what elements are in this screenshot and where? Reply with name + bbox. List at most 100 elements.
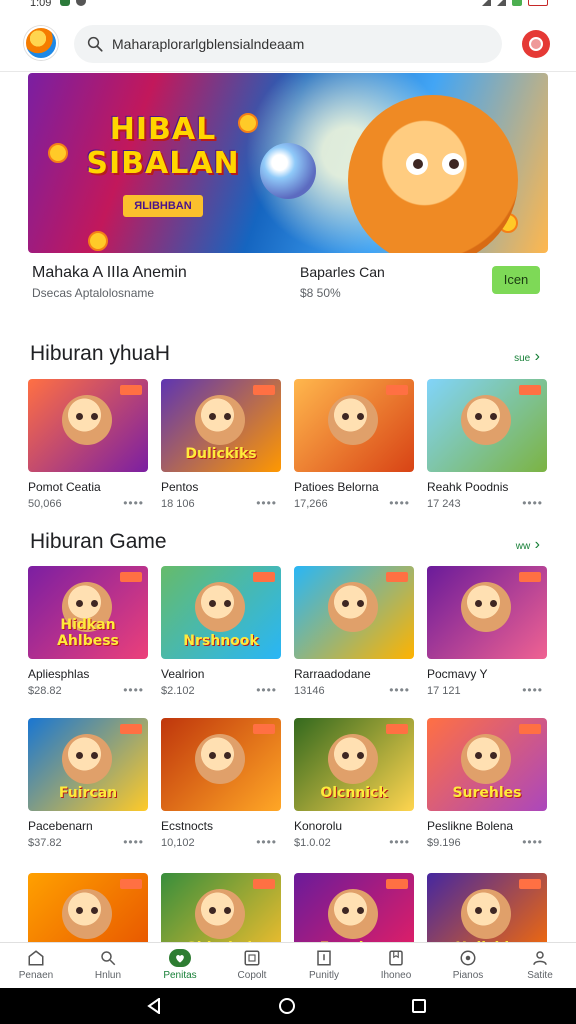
- more-options-icon[interactable]: ••••: [256, 496, 277, 510]
- app-card[interactable]: Patioes Belorna 17,266 ••••: [294, 379, 414, 510]
- nav-item-person[interactable]: Satite: [504, 943, 576, 988]
- app-thumbnail[interactable]: Dulickiks: [161, 379, 281, 472]
- app-thumbnail[interactable]: Hidkan Ahlbess: [28, 566, 148, 659]
- more-options-icon[interactable]: ••••: [256, 683, 277, 697]
- app-thumbnail[interactable]: Nrshnook: [161, 566, 281, 659]
- game-logo-text: Nrshnook: [183, 633, 259, 649]
- signal-icon: [497, 0, 506, 6]
- rating-badge: [519, 385, 541, 395]
- app-meta: $28.82 ••••: [28, 683, 148, 697]
- app-card[interactable]: Fuircan Pacebenarn $37.82 ••••: [28, 718, 148, 849]
- more-options-icon[interactable]: ••••: [522, 496, 543, 510]
- app-logo[interactable]: [24, 26, 58, 60]
- search-icon: [87, 36, 103, 52]
- nav-item-disc[interactable]: Pianos: [432, 943, 504, 988]
- section-title: Hiburan Game: [30, 530, 167, 553]
- orb-icon: [260, 143, 316, 199]
- rating-badge: [120, 572, 142, 582]
- rating-badge: [519, 879, 541, 889]
- nav-item-book[interactable]: Punitly: [288, 943, 360, 988]
- app-card[interactable]: Olcnnick Konorolu $1.0.02 ••••: [294, 718, 414, 849]
- app-card[interactable]: Nrshnook Vealrion $2.102 ••••: [161, 566, 281, 697]
- app-card[interactable]: Pomot Ceatia 50,066 ••••: [28, 379, 148, 510]
- nav-item-bookmark[interactable]: Ihoneo: [360, 943, 432, 988]
- game-logo-text: Hidkan Ahlbess: [57, 617, 119, 649]
- notification-icon: [60, 0, 70, 6]
- account-avatar-button[interactable]: [522, 30, 550, 58]
- more-options-icon[interactable]: ••••: [123, 496, 144, 510]
- more-options-icon[interactable]: ••••: [522, 683, 543, 697]
- app-thumbnail[interactable]: [427, 566, 547, 659]
- more-options-icon[interactable]: ••••: [123, 835, 144, 849]
- app-thumbnail[interactable]: Surehles: [427, 718, 547, 811]
- character-illustration: [328, 395, 378, 445]
- home-button-icon[interactable]: [279, 998, 295, 1014]
- app-thumbnail[interactable]: [28, 379, 148, 472]
- app-thumbnail[interactable]: [161, 718, 281, 811]
- nav-item-search[interactable]: Hnlun: [72, 943, 144, 988]
- more-options-icon[interactable]: ••••: [389, 683, 410, 697]
- app-card[interactable]: Pocmavy Y 17 121 ••••: [427, 566, 547, 697]
- nav-label: Ihoneo: [380, 970, 412, 981]
- app-name: Pentos: [161, 480, 199, 494]
- character-illustration: [461, 734, 511, 784]
- app-card[interactable]: Reahk Poodnis 17 243 ••••: [427, 379, 547, 510]
- app-card[interactable]: Rarraadodane 13146 ••••: [294, 566, 414, 697]
- app-card[interactable]: Ecstnocts 10,102 ••••: [161, 718, 281, 849]
- app-card[interactable]: Dulickiks Pentos 18 106 ••••: [161, 379, 281, 510]
- hero-banner[interactable]: HIBAL SIBALAN ЯLIBHBAN: [28, 73, 548, 253]
- character-illustration: [195, 582, 245, 632]
- more-options-icon[interactable]: ••••: [522, 835, 543, 849]
- see-more-link[interactable]: ww: [516, 536, 540, 554]
- rating-badge: [519, 724, 541, 734]
- app-meta-value: $37.82: [28, 837, 62, 849]
- battery-icon: [528, 0, 548, 6]
- section-header: Hiburan Game ww: [30, 530, 546, 558]
- home-icon: [28, 950, 44, 966]
- character-illustration: [195, 734, 245, 784]
- character-illustration: [62, 734, 112, 784]
- section-header: Hiburan yhuaH sue: [30, 342, 546, 370]
- battery-saver-icon: [512, 0, 522, 6]
- app-row: Fuircan Pacebenarn $37.82 •••• Ecstnocts 10,1…: [28, 718, 550, 849]
- search-bar[interactable]: [74, 25, 502, 63]
- nav-item-heart[interactable]: Penitas: [144, 943, 216, 988]
- install-button[interactable]: Icen: [492, 266, 540, 294]
- search-input[interactable]: [112, 36, 472, 52]
- nav-label: Pianos: [452, 970, 484, 981]
- app-card[interactable]: Hidkan Ahlbess Apliesphlas $28.82 ••••: [28, 566, 148, 697]
- back-icon[interactable]: [147, 998, 161, 1014]
- app-thumbnail[interactable]: Fuircan: [28, 718, 148, 811]
- nav-item-home[interactable]: Penaen: [0, 943, 72, 988]
- more-options-icon[interactable]: ••••: [389, 496, 410, 510]
- wifi-icon: [482, 0, 491, 6]
- app-thumbnail[interactable]: [427, 379, 547, 472]
- character-illustration: [328, 582, 378, 632]
- app-thumbnail[interactable]: Olcnnick: [294, 718, 414, 811]
- more-options-icon[interactable]: ••••: [256, 835, 277, 849]
- see-more-link[interactable]: sue: [514, 348, 540, 366]
- rating-badge: [519, 572, 541, 582]
- featured-app-row[interactable]: Mahaka A IIIa Anemin Dsecas Aptalolosnam…: [32, 262, 548, 312]
- notification-icon: [76, 0, 86, 6]
- nav-label: Penitas: [163, 970, 197, 981]
- more-options-icon[interactable]: ••••: [389, 835, 410, 849]
- system-navigation-bar: [0, 988, 576, 1024]
- app-thumbnail[interactable]: [294, 566, 414, 659]
- more-options-icon[interactable]: ••••: [123, 683, 144, 697]
- notification-icons: [60, 0, 86, 6]
- app-thumbnail[interactable]: [294, 379, 414, 472]
- rating-badge: [386, 572, 408, 582]
- section-title: Hiburan yhuaH: [30, 342, 171, 365]
- character-illustration: [195, 889, 245, 939]
- app-meta: 10,102 ••••: [161, 835, 281, 849]
- nav-item-games[interactable]: Copolt: [216, 943, 288, 988]
- book-icon: [317, 950, 331, 966]
- app-meta-value: $2.102: [161, 685, 195, 697]
- game-logo-text: Dulickiks: [185, 446, 257, 462]
- app-card[interactable]: Surehles Peslikne Bolena $9.196 ••••: [427, 718, 547, 849]
- rating-badge: [120, 879, 142, 889]
- bookmark-icon: [389, 950, 403, 966]
- nav-label: Penaen: [18, 970, 54, 981]
- recent-apps-icon[interactable]: [412, 999, 426, 1013]
